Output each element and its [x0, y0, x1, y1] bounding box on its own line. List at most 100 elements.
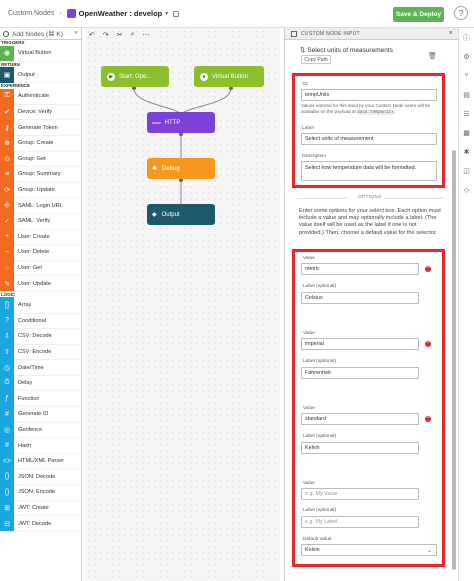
chart-icon[interactable]: ▦ [459, 123, 474, 142]
remove-option-icon[interactable]: − [425, 340, 431, 347]
palette-item-label: Conditional [18, 317, 46, 324]
palette-item-label: JSON: Decode [18, 473, 56, 480]
palette-item[interactable]: ⊟ JWT: Decode [0, 515, 81, 532]
palette-item-label: Group: Create [18, 140, 54, 147]
node-http[interactable]: www HTTP [147, 112, 215, 133]
palette-item[interactable]: # Generate ID [0, 406, 81, 423]
palette-item[interactable]: ⇩ CSV: Decode [0, 328, 81, 345]
option2-value-input[interactable]: imperial [301, 338, 419, 350]
palette-item[interactable]: ? Conditional [0, 313, 81, 330]
list-icon[interactable]: ☰ [459, 104, 474, 123]
branch-icon[interactable]: ⑂ [459, 66, 474, 85]
palette-item[interactable]: ✓ SAML: Verify [0, 213, 81, 230]
palette-item-label: JSON: Encode [18, 489, 55, 496]
node-type-icon: ƒ [0, 390, 14, 407]
document-icon[interactable]: ▤ [459, 85, 474, 104]
info-icon[interactable]: ⓘ [459, 28, 474, 47]
button-icon: ● [200, 72, 208, 81]
palette-item[interactable]: ⏱ Delay [0, 375, 81, 392]
new-value-input[interactable]: e.g. My Value [301, 488, 419, 500]
option3-label-label: Label (optional) [303, 434, 337, 439]
palette-item[interactable]: ƒ Function [0, 390, 81, 408]
palette-item[interactable]: ⊙ Group: Get [0, 151, 81, 168]
undo-icon[interactable]: ↶ [89, 31, 95, 39]
trash-icon[interactable]: 🗑 [428, 52, 437, 60]
palette-item[interactable]: ◉ Virtual Button [0, 45, 81, 62]
palette-item[interactable]: ⚿ Authenticate [0, 88, 81, 105]
search-placeholder: Add Nodes (⌘ K) [12, 30, 63, 38]
palette-item[interactable]: ✔ Device: Verify [0, 104, 81, 121]
node-virtual-button[interactable]: ● Virtual Button [194, 66, 264, 87]
palette-item[interactable]: # Hash [0, 437, 81, 454]
palette-item[interactable]: ⊞ JWT: Create [0, 500, 81, 517]
label-input[interactable]: Select units of measurement [301, 133, 437, 145]
option1-value-input[interactable]: metric [301, 263, 419, 275]
id-input[interactable]: tempUnits [301, 89, 437, 101]
remove-option-icon[interactable]: − [425, 265, 431, 272]
option3-value-input[interactable]: standard [301, 413, 419, 425]
panel-scrollbar[interactable] [452, 150, 456, 570]
add-nodes-search[interactable]: Add Nodes (⌘ K) « [0, 28, 81, 40]
save-deploy-button[interactable]: Save & Deploy [393, 7, 444, 22]
option2-label-input[interactable]: Fahrenheit [301, 367, 419, 379]
http-icon: www [152, 120, 161, 125]
collapse-icon[interactable]: « [75, 30, 78, 36]
palette-item[interactable]: − User: Delete [0, 244, 81, 261]
default-value-select[interactable]: Kelvin ⌄ [301, 544, 437, 556]
node-type-icon: ⚷ [0, 119, 14, 136]
remove-option-icon[interactable]: − [425, 415, 431, 422]
palette-item[interactable]: ▣ Output [0, 67, 81, 84]
redo-icon[interactable]: ↷ [103, 31, 109, 39]
chevron-down-icon[interactable]: ▾ [165, 10, 168, 17]
palette-item-label: Geofence [18, 426, 43, 433]
node-debug[interactable]: ✱ Debug [147, 158, 215, 179]
node-output[interactable]: ◆ Output [147, 204, 215, 225]
palette-item[interactable]: ⇧ CSV: Encode [0, 344, 81, 361]
close-panel-icon[interactable]: × [449, 30, 453, 37]
search-icon [3, 30, 9, 37]
palette-item-label: Date/Time [18, 364, 44, 371]
description-textarea[interactable]: Select how temperature data will be form… [301, 161, 437, 181]
node-type-icon: ⇩ [0, 328, 14, 345]
palette-item[interactable]: {} JSON: Decode [0, 468, 81, 486]
app-name[interactable]: OpenWeather : develop [79, 9, 163, 18]
new-value-label: Value [303, 481, 315, 486]
breadcrumb-custom-nodes[interactable]: Custom Nodes [8, 10, 54, 17]
palette-item[interactable]: + User: Create [0, 229, 81, 246]
input-icon[interactable]: ◫ [459, 161, 474, 180]
node-type-icon: ? [0, 313, 14, 329]
chevron-down-icon: ⌄ [426, 547, 432, 554]
palette-item[interactable]: ⟳ Group: Update [0, 182, 81, 199]
node-input-icon [291, 30, 297, 37]
palette-item-label: Group: Get [18, 155, 46, 162]
palette-item[interactable]: ◎ Geofence [0, 422, 81, 439]
bug-icon[interactable]: ✱ [459, 142, 474, 161]
flow-canvas[interactable] [86, 28, 280, 581]
palette-item[interactable]: ≡ Group: Summary [0, 166, 81, 183]
cut-icon[interactable]: ✂ [117, 31, 123, 39]
palette-item[interactable]: <> HTML/XML Parser [0, 453, 81, 470]
palette-item[interactable]: ✎ User: Update [0, 275, 81, 292]
node-type-icon: # [0, 437, 14, 454]
option3-label-input[interactable]: Kelvin [301, 442, 419, 454]
help-icon[interactable]: ? [454, 6, 468, 20]
more-icon[interactable]: ⋯ [143, 31, 150, 39]
palette-item[interactable]: ◌ User: Get [0, 260, 81, 277]
option1-label-input[interactable]: Celsius [301, 292, 419, 304]
node-start[interactable]: ▶ Start: Ope... [101, 66, 169, 87]
options-help-text: Enter some options for your select box. … [299, 208, 441, 236]
copy-path-button[interactable]: Copy Path [301, 55, 331, 64]
palette-item[interactable]: [] Array [0, 297, 81, 314]
node-type-icon: ⚿ [0, 88, 14, 105]
palette-item[interactable]: ⊕ Group: Create [0, 135, 81, 152]
node-type-icon: ⎆ [0, 197, 14, 214]
palette-item[interactable]: ◷ Date/Time [0, 359, 81, 376]
copy-icon[interactable] [173, 10, 180, 17]
zoom-icon[interactable]: ⌕ [131, 31, 135, 39]
palette-item[interactable]: ⚷ Generate Token [0, 119, 81, 136]
palette-item[interactable]: {} JSON: Encode [0, 484, 81, 501]
palette-item[interactable]: ⎆ SAML: Login URL [0, 197, 81, 214]
gear-icon[interactable]: ⚙ [459, 47, 474, 66]
new-label-input[interactable]: e.g. My Label [301, 516, 419, 528]
diamond-icon[interactable]: ◇ [459, 180, 474, 199]
